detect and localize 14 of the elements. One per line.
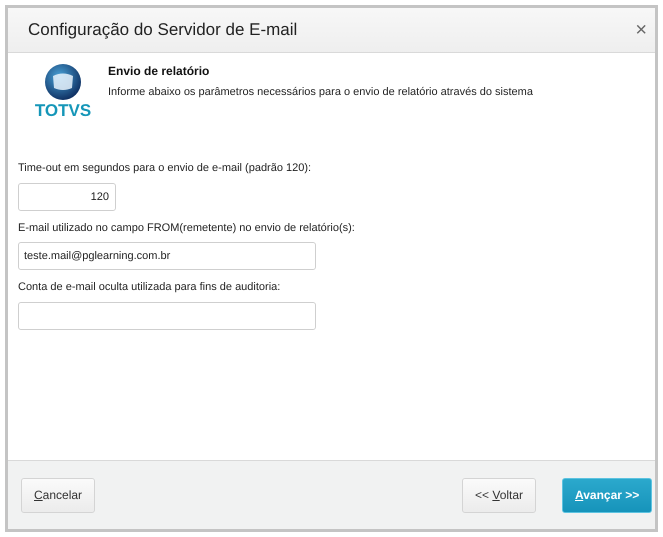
- secondary-button[interactable]: Cancelar: [21, 478, 96, 512]
- section-description: Informe abaixo os parâmetros necessários para o envio de relatório através do sistema: [108, 85, 533, 100]
- field-label: E-mail utilizado no campo FROM(remetente) no envio de relatório(s):: [18, 220, 356, 236]
- input-field[interactable]: [18, 302, 316, 330]
- window-title: Configuração do Servidor de E-mail: [28, 19, 298, 42]
- logo-text: TOTVS: [34, 102, 92, 119]
- field-label: Conta de e-mail oculta utilizada para fins de auditoria:: [18, 280, 282, 295]
- input-field[interactable]: 120: [18, 182, 116, 210]
- logo-icon: [43, 63, 83, 101]
- close-button[interactable]: ×: [635, 20, 647, 40]
- input-field[interactable]: teste.mail@pglearning.com.br: [18, 242, 316, 270]
- secondary-button[interactable]: << Voltar: [462, 478, 536, 512]
- field-label: Time-out em segundos para o envio de e-mail (padrão 120):: [18, 161, 312, 176]
- section-title: Envio de relatório: [108, 63, 210, 80]
